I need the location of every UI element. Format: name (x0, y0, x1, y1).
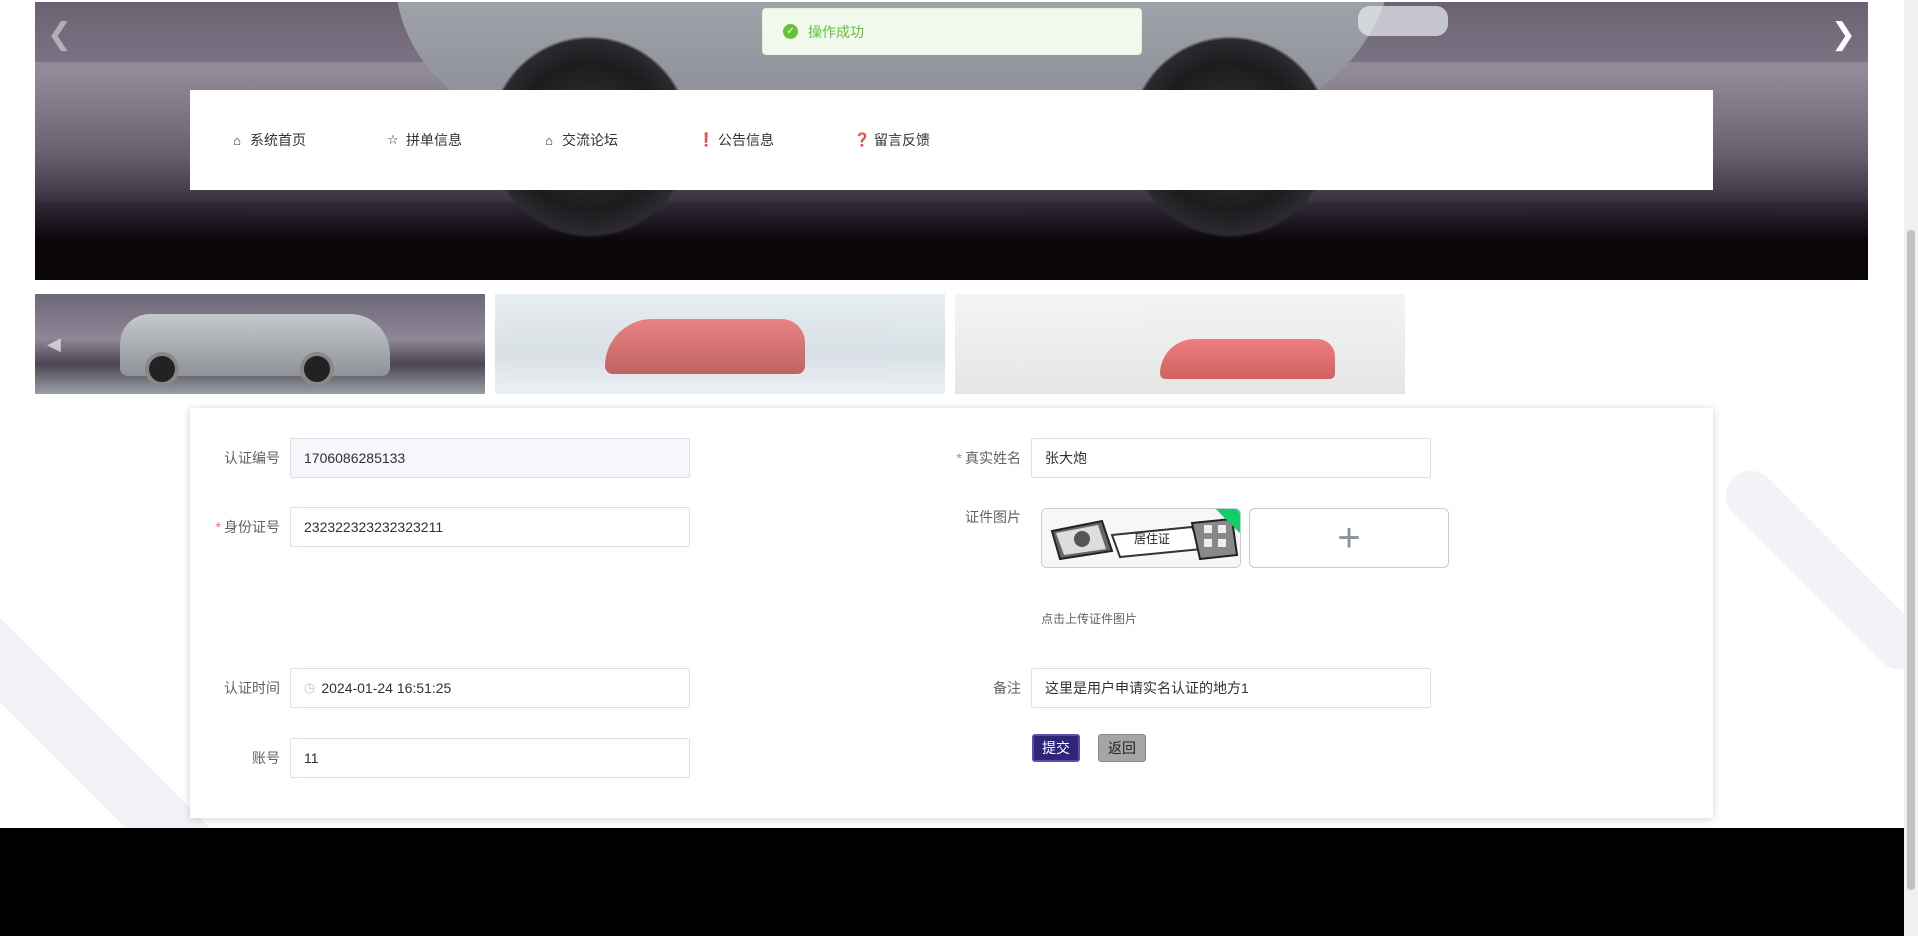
nav-item-group-orders[interactable]: ☆ 拼单信息 (386, 130, 462, 150)
form-row-cert-time: 认证时间 ◷ 2024-01-24 16:51:25 (190, 668, 690, 708)
nav-item-label: 交流论坛 (562, 132, 618, 148)
cert-image-preview[interactable]: 居住证 (1041, 508, 1241, 568)
home-icon: ⌂ (233, 132, 241, 148)
nav-item-label: 拼单信息 (406, 132, 462, 148)
upload-tip: 点击上传证件图片 (1041, 612, 1138, 626)
exclamation-circle-icon: ❗ (698, 132, 715, 147)
id-no-value: 232322323232323211 (304, 519, 444, 535)
clock-icon: ◷ (304, 680, 316, 695)
real-name-label-text: 真实姓名 (965, 450, 1021, 466)
banner-car-headlight (1358, 6, 1448, 36)
nav-item-forum[interactable]: ⌂ 交流论坛 (542, 130, 618, 150)
scrollbar-thumb[interactable] (1907, 230, 1915, 890)
back-button[interactable]: 返回 (1098, 734, 1146, 762)
star-icon: ☆ (387, 132, 399, 147)
remark-label: 备注 (993, 680, 1021, 696)
banner-thumbnail[interactable] (955, 294, 1405, 394)
cert-time-value: 2024-01-24 16:51:25 (321, 680, 452, 696)
account-value: 11 (304, 750, 319, 766)
banner-thumbnail[interactable]: ◀ (35, 294, 485, 394)
form-row-real-name: * 真实姓名 张大炮 (931, 438, 1431, 478)
cert-time-label: 认证时间 (224, 680, 280, 696)
form-row-account: 账号 11 (190, 738, 690, 778)
nav-item-home[interactable]: ⌂ 系统首页 (230, 130, 306, 150)
nav-item-label: 系统首页 (250, 132, 306, 148)
real-name-label: * 真实姓名 (931, 448, 1031, 468)
background-decoration (1715, 460, 1918, 680)
cert-no-value: 1706086285133 (304, 450, 406, 466)
id-no-label: * 身份证号 (190, 517, 290, 537)
thumbnail-car (605, 319, 805, 374)
id-card-image: 居住证 (1042, 509, 1240, 567)
nav-item-feedback[interactable]: ❓ 留言反馈 (854, 130, 930, 150)
page-scrollbar[interactable] (1904, 0, 1918, 936)
cert-time-picker[interactable]: ◷ 2024-01-24 16:51:25 (290, 668, 690, 708)
success-toast: ✓ 操作成功 (762, 8, 1142, 55)
id-no-input[interactable]: 232322323232323211 (290, 507, 690, 547)
real-name-input[interactable]: 张大炮 (1031, 438, 1431, 478)
cert-no-input: 1706086285133 (290, 438, 690, 478)
cert-no-label: 认证编号 (224, 450, 280, 466)
banner-next-arrow-icon[interactable]: ❯ (1831, 20, 1856, 50)
account-label: 账号 (252, 750, 280, 766)
certification-form: 认证编号 1706086285133 * 身份证号 232322323232323… (190, 408, 1713, 818)
thumbnail-car (1160, 339, 1335, 379)
required-mark: * (215, 519, 221, 535)
thumbnail-car-wheel (145, 352, 179, 386)
cert-image-label: 证件图片 (965, 509, 1021, 525)
remark-input[interactable]: 这里是用户申请实名认证的地方1 (1031, 668, 1431, 708)
plus-icon: + (1337, 515, 1361, 560)
banner-thumbnail[interactable] (495, 294, 945, 394)
top-navigation: ⌂ 系统首页 ☆ 拼单信息 ⌂ 交流论坛 ❗ 公告信息 ❓ 留言反馈 (190, 90, 1713, 190)
form-row-cert-no: 认证编号 1706086285133 (190, 438, 690, 478)
nav-item-label: 留言反馈 (874, 132, 930, 148)
toast-message: 操作成功 (808, 23, 864, 40)
form-row-id-no: * 身份证号 232322323232323211 (190, 507, 690, 547)
banner-thumbnails: ◀ (35, 294, 1405, 394)
real-name-value: 张大炮 (1045, 450, 1087, 466)
thumbnail-prev-arrow-icon[interactable]: ◀ (47, 334, 61, 355)
question-circle-icon: ❓ (854, 132, 871, 147)
form-row-remark: 备注 这里是用户申请实名认证的地方1 (931, 668, 1431, 708)
account-input[interactable]: 11 (290, 738, 690, 778)
banner-prev-arrow-icon[interactable]: ❮ (47, 20, 72, 50)
id-no-label-text: 身份证号 (224, 519, 280, 535)
remark-value: 这里是用户申请实名认证的地方1 (1045, 680, 1249, 696)
submit-button[interactable]: 提交 (1032, 734, 1080, 762)
thumbnail-car-wheel (300, 352, 334, 386)
add-image-button[interactable]: + (1249, 508, 1449, 568)
page-footer (0, 828, 1904, 936)
required-mark: * (956, 450, 962, 466)
nav-item-announcements[interactable]: ❗ 公告信息 (698, 130, 774, 150)
nav-item-label: 公告信息 (718, 132, 774, 148)
form-row-cert-image: 证件图片 (931, 507, 1031, 527)
bag-icon: ⌂ (545, 132, 553, 148)
image-stamp-text: 居住证 (1134, 532, 1170, 546)
check-circle-icon: ✓ (783, 24, 798, 39)
